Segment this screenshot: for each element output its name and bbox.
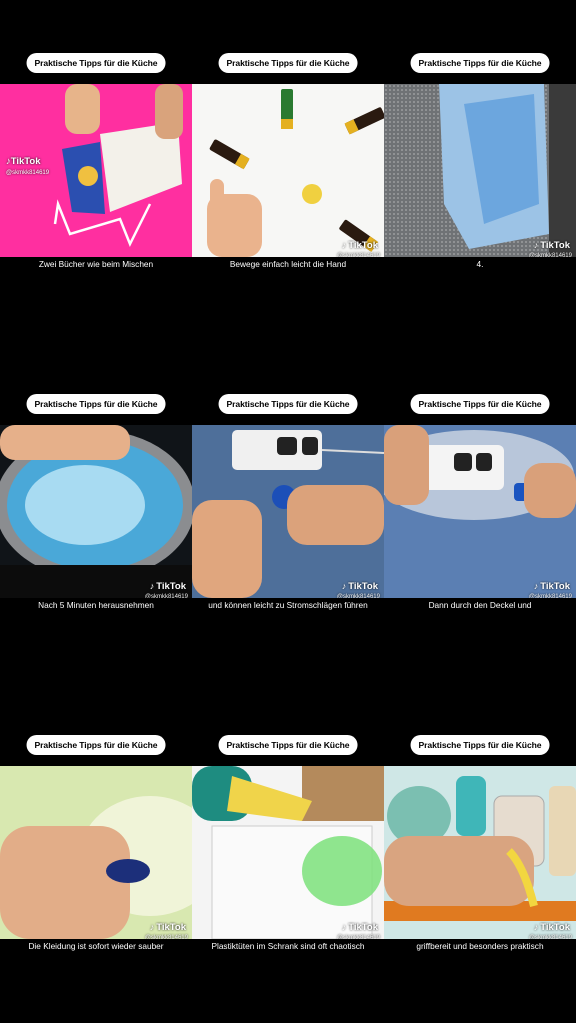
tiktok-watermark: ♪TikTok (533, 922, 570, 933)
header-pill: Praktische Tipps für die Küche (218, 735, 358, 755)
caption: Dann durch den Deckel und (428, 600, 532, 610)
video-frame[interactable]: ♪TikTok @skmkk814619 (384, 766, 576, 939)
video-tile-6[interactable]: Praktische Tipps für die Küche ♪ TikTok @… (384, 341, 576, 682)
caption: Zwei Bücher wie beim Mischen (38, 259, 154, 269)
video-frame[interactable]: ♪TikTok @skmkk814619 (0, 766, 192, 939)
video-tile-9[interactable]: Praktische Tipps für die Küche ♪ TikTok @… (384, 682, 576, 1023)
caption: 4. (476, 259, 484, 269)
video-frame[interactable]: ♪TikTok @skmkk814619 (0, 84, 192, 257)
username-watermark: @skmkk814619 (528, 594, 572, 598)
video-frame[interactable]: ♪TikTok @skmkk814619 (384, 84, 576, 257)
video-thumbnail (192, 84, 384, 257)
header-pill: Praktische Tipps für die Küche (26, 735, 166, 755)
video-thumbnail (192, 766, 384, 939)
video-tile-4[interactable]: Praktische Tipps für die Küche ♪ TikTok @… (0, 341, 192, 682)
header-pill: Praktische Tipps für die Küche (26, 394, 166, 414)
video-frame[interactable]: ♪TikTok @skmkk814619 (192, 84, 384, 257)
video-thumbnail (0, 425, 192, 598)
caption: Die Kleidung ist sofort wieder sauber (28, 941, 164, 951)
caption: Nach 5 Minuten herausnehmen (38, 600, 154, 610)
username-watermark: @skmkk814619 (144, 935, 188, 939)
username-watermark: @skmkk814619 (144, 594, 188, 598)
caption: Bewege einfach leicht die Hand (229, 259, 347, 269)
tiktok-watermark: ♪TikTok (341, 240, 378, 251)
tiktok-watermark: ♪TikTok (341, 922, 378, 933)
video-thumbnail (384, 84, 576, 257)
caption: griffbereit und besonders praktisch (416, 941, 544, 951)
video-thumbnail (384, 766, 576, 939)
video-frame[interactable]: ♪TikTok @skmkk814619 (192, 766, 384, 939)
header-pill: Praktische Tipps für die Küche (218, 53, 358, 73)
username-watermark: @skmkk814619 (528, 935, 572, 939)
video-thumbnail (192, 425, 384, 598)
header-pill: Praktische Tipps für die Küche (410, 735, 550, 755)
video-tile-5[interactable]: Praktische Tipps für die Küche ♪ TikTok @… (192, 341, 384, 682)
video-frame[interactable]: ♪TikTok @skmkk814619 (384, 425, 576, 598)
username-watermark: @skmkk814619 (336, 594, 380, 598)
video-tile-1[interactable]: Praktische Tipps für die Küche ♪TikTok @… (0, 0, 192, 341)
video-thumbnail (0, 766, 192, 939)
tiktok-watermark: ♪TikTok (341, 581, 378, 592)
tiktok-watermark: ♪TikTok (149, 581, 186, 592)
video-thumbnail (384, 425, 576, 598)
video-tile-2[interactable]: Praktische Tipps für die Küche ♪ TikTok @… (192, 0, 384, 341)
video-tile-8[interactable]: Praktische Tipps für die Küche ♪ TikTok @… (192, 682, 384, 1023)
tiktok-watermark: ♪TikTok (533, 240, 570, 251)
caption: Plastiktüten im Schrank sind oft chaotis… (211, 941, 365, 951)
tiktok-watermark: ♪TikTok (533, 581, 570, 592)
header-pill: Praktische Tipps für die Küche (218, 394, 358, 414)
username-watermark: @skmkk814619 (6, 170, 50, 176)
header-pill: Praktische Tipps für die Küche (410, 53, 550, 73)
header-pill: Praktische Tipps für die Küche (26, 53, 166, 73)
video-tile-3[interactable]: Praktische Tipps für die Küche ♪ TikTok @… (384, 0, 576, 341)
video-frame[interactable]: ♪TikTok @skmkk814619 (0, 425, 192, 598)
caption: und können leicht zu Stromschlägen führe… (208, 600, 368, 610)
username-watermark: @skmkk814619 (336, 253, 380, 257)
video-frame[interactable]: ♪TikTok @skmkk814619 (192, 425, 384, 598)
video-grid: Praktische Tipps für die Küche ♪TikTok @… (0, 0, 576, 1023)
tiktok-watermark: ♪TikTok (6, 156, 41, 167)
tiktok-watermark: ♪TikTok (149, 922, 186, 933)
video-tile-7[interactable]: Praktische Tipps für die Küche ♪ TikTok @… (0, 682, 192, 1023)
header-pill: Praktische Tipps für die Küche (410, 394, 550, 414)
username-watermark: @skmkk814619 (336, 935, 380, 939)
username-watermark: @skmkk814619 (528, 253, 572, 257)
